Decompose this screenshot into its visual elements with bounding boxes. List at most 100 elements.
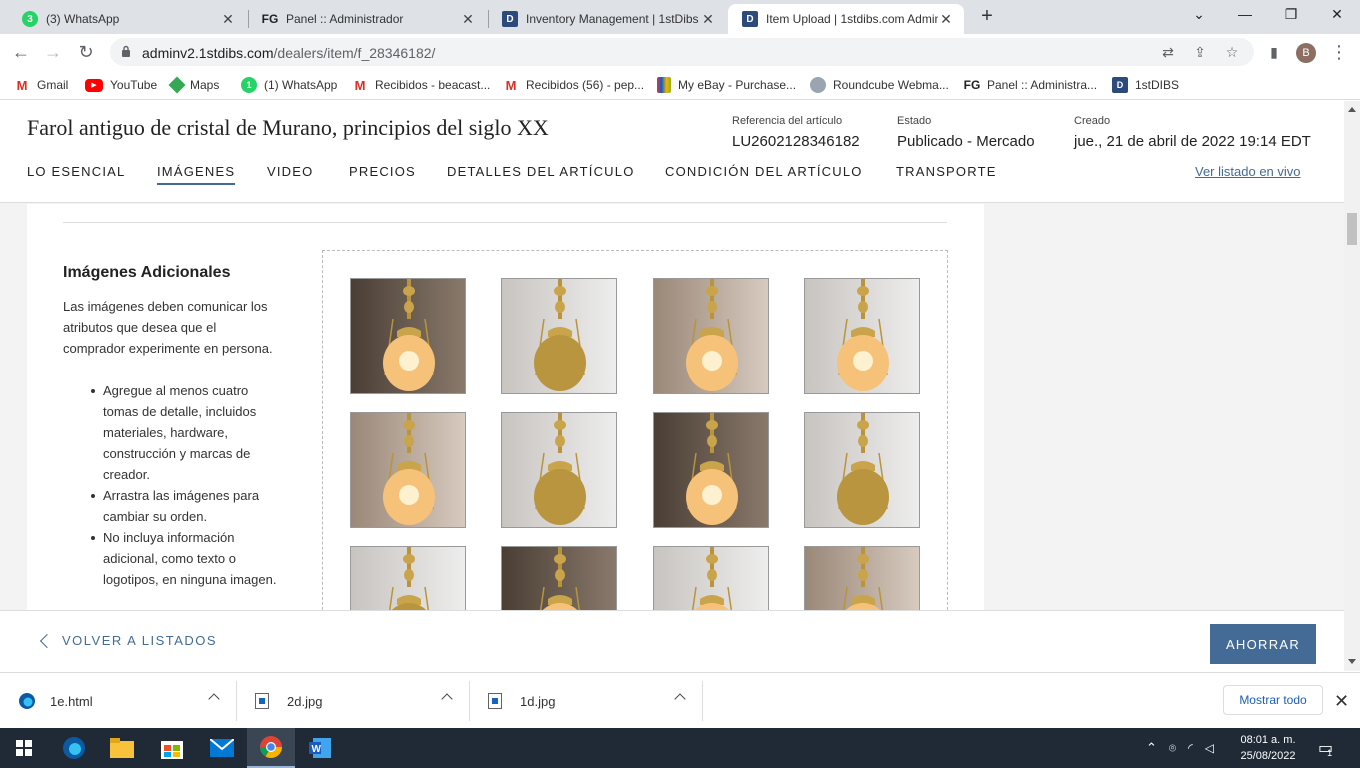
- download-item[interactable]: 1d.jpg: [488, 673, 702, 729]
- image-thumbnail[interactable]: [350, 412, 466, 528]
- bookmark-my-ebay[interactable]: My eBay - Purchase...: [657, 76, 796, 94]
- tab-video[interactable]: VIDEO: [267, 164, 313, 179]
- view-live-listing-link[interactable]: Ver listado en vivo: [1195, 164, 1301, 179]
- bookmark-recibidos-pep[interactable]: M Recibidos (56) - pep...: [503, 76, 644, 94]
- bookmark-whatsapp[interactable]: 1 (1) WhatsApp: [241, 76, 337, 94]
- download-filename: 1e.html: [50, 693, 93, 709]
- chevron-up-icon[interactable]: [674, 693, 686, 705]
- tab-transporte[interactable]: TRANSPORTE: [896, 164, 997, 179]
- bookmark-label: (1) WhatsApp: [264, 78, 338, 92]
- scroll-up-arrow[interactable]: [1348, 107, 1356, 112]
- close-tab-icon[interactable]: ✕: [460, 11, 476, 28]
- close-tab-icon[interactable]: ✕: [700, 11, 716, 28]
- scrollbar-thumb[interactable]: [1347, 213, 1357, 245]
- close-shelf-icon[interactable]: ✕: [1334, 691, 1349, 712]
- image-thumbnail[interactable]: [501, 278, 617, 394]
- bookmark-youtube[interactable]: ▶ YouTube: [85, 76, 157, 94]
- download-filename: 1d.jpg: [520, 693, 556, 709]
- bookmark-recibidos-beacast[interactable]: M Recibidos - beacast...: [352, 76, 491, 94]
- word-icon[interactable]: W: [296, 728, 344, 768]
- close-window-button[interactable]: ✕: [1314, 0, 1360, 30]
- clock-date: 25/08/2022: [1240, 750, 1296, 762]
- tab-whatsapp[interactable]: 3 (3) WhatsApp ✕: [8, 4, 246, 34]
- new-tab-button[interactable]: +: [976, 6, 998, 28]
- tab-detalles-del-articulo[interactable]: DETALLES DEL ARTÍCULO: [447, 164, 635, 179]
- profile-avatar[interactable]: B: [1296, 43, 1316, 63]
- save-button[interactable]: AHORRAR: [1210, 624, 1316, 664]
- bookmarks-bar: M Gmail ▶ YouTube Maps 1 (1) WhatsApp M …: [0, 70, 1360, 100]
- tab-condicion-del-articulo[interactable]: CONDICIÓN DEL ARTÍCULO: [665, 164, 863, 179]
- tab-imagenes[interactable]: IMÁGENES: [157, 164, 236, 185]
- volume-icon[interactable]: ◁: [1205, 741, 1214, 755]
- svg-text:W: W: [312, 744, 322, 755]
- url-text: adminv2.1stdibs.com/dealers/item/f_28346…: [142, 45, 435, 61]
- tab-inventory-management[interactable]: D Inventory Management | 1stDibs ✕: [488, 4, 726, 34]
- bookmark-star-icon[interactable]: ☆: [1224, 44, 1240, 60]
- chevron-up-icon[interactable]: [441, 693, 453, 705]
- menu-dots-icon[interactable]: ⋮: [1328, 41, 1350, 63]
- tab-panel-administrador[interactable]: FG Panel :: Administrador ✕: [248, 4, 486, 34]
- image-thumbnail[interactable]: [653, 412, 769, 528]
- download-item[interactable]: 2d.jpg: [255, 673, 469, 729]
- back-to-listings-link[interactable]: VOLVER A LISTADOS: [39, 633, 218, 648]
- image-thumbnail[interactable]: [653, 278, 769, 394]
- image-thumbnail[interactable]: [350, 278, 466, 394]
- tab-precios[interactable]: PRECIOS: [349, 164, 416, 179]
- wifi-icon[interactable]: ◜: [1188, 741, 1193, 755]
- clock-time: 08:01 a. m.: [1240, 734, 1296, 746]
- bookmark-panel-administrador[interactable]: FG Panel :: Administra...: [964, 76, 1097, 94]
- gmail-icon: M: [505, 77, 517, 93]
- page-scrollbar[interactable]: [1344, 101, 1360, 671]
- translate-icon[interactable]: ⇄: [1160, 44, 1176, 60]
- back-arrow-icon[interactable]: ←: [10, 41, 32, 63]
- close-tab-icon[interactable]: ✕: [220, 11, 236, 28]
- url-path: /dealers/item/f_28346182/: [273, 45, 436, 61]
- download-item[interactable]: 1e.html: [18, 673, 236, 729]
- scroll-down-arrow[interactable]: [1348, 659, 1356, 664]
- image-file-icon: [488, 693, 502, 709]
- forward-arrow-icon[interactable]: →: [42, 41, 64, 63]
- address-bar[interactable]: adminv2.1stdibs.com/dealers/item/f_28346…: [110, 38, 1254, 66]
- image-thumbnail[interactable]: [804, 278, 920, 394]
- share-icon[interactable]: ⇪: [1192, 44, 1208, 60]
- network-icon[interactable]: ⌾: [1169, 741, 1176, 756]
- tab-search-icon[interactable]: ⌄: [1176, 0, 1222, 30]
- file-explorer-icon[interactable]: [98, 728, 146, 768]
- bookmark-label: Gmail: [37, 78, 69, 92]
- bookmark-roundcube[interactable]: Roundcube Webma...: [810, 76, 949, 94]
- chevron-up-icon[interactable]: ⌃: [1146, 740, 1157, 756]
- tab-title: Panel :: Administrador: [286, 12, 404, 26]
- created-label: Creado: [1074, 115, 1111, 127]
- tab-lo-esencial[interactable]: LO ESENCIAL: [27, 164, 125, 179]
- edge-icon[interactable]: [50, 728, 98, 768]
- store-icon[interactable]: [148, 728, 196, 768]
- restore-button[interactable]: ❐: [1268, 0, 1314, 30]
- bookmark-1stdibs[interactable]: D 1stDIBS: [1112, 76, 1179, 94]
- bookmark-gmail[interactable]: M Gmail: [14, 76, 69, 94]
- notification-center-icon[interactable]: ▭ 1: [1318, 728, 1333, 768]
- side-panel-icon[interactable]: ▮: [1263, 41, 1285, 63]
- youtube-icon: ▶: [85, 78, 103, 92]
- back-label: VOLVER A LISTADOS: [62, 633, 218, 648]
- tab-item-upload[interactable]: D Item Upload | 1stdibs.com Admin ✕: [728, 4, 964, 34]
- image-dropzone[interactable]: [322, 250, 948, 662]
- system-clock[interactable]: 08:01 a. m. 25/08/2022: [1236, 732, 1300, 764]
- bookmark-maps[interactable]: Maps: [168, 76, 219, 94]
- chevron-up-icon[interactable]: [208, 693, 220, 705]
- divider: [63, 222, 947, 223]
- bookmark-label: Panel :: Administra...: [987, 78, 1098, 92]
- bookmark-label: Roundcube Webma...: [833, 78, 949, 92]
- image-thumbnail[interactable]: [804, 412, 920, 528]
- reference-value: LU2602128346182: [732, 133, 860, 150]
- show-all-downloads-button[interactable]: Mostrar todo: [1223, 685, 1323, 715]
- chrome-icon[interactable]: [247, 728, 295, 768]
- mail-icon[interactable]: [198, 728, 246, 768]
- image-thumbnail[interactable]: [501, 412, 617, 528]
- 1stdibs-icon: D: [1112, 77, 1128, 93]
- close-tab-icon[interactable]: ✕: [938, 11, 954, 28]
- section-title: Imágenes Adicionales: [63, 264, 231, 281]
- minimize-button[interactable]: —: [1222, 0, 1268, 30]
- action-footer: VOLVER A LISTADOS AHORRAR: [0, 610, 1344, 672]
- start-button[interactable]: [0, 728, 48, 768]
- reload-icon[interactable]: ↻: [75, 41, 97, 63]
